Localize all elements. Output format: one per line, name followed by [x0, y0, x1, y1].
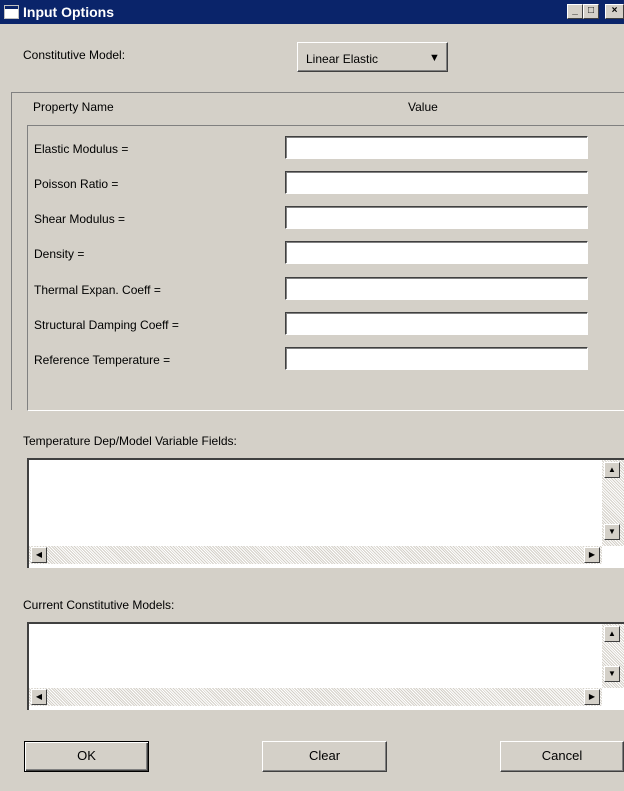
chevron-down-icon: ▼ — [429, 52, 440, 64]
temp-fields-listbox[interactable]: ▲ ▼ ◀ ▶ — [27, 458, 624, 568]
arrow-down-icon: ▼ — [608, 527, 616, 536]
cancel-button[interactable]: Cancel — [500, 741, 624, 772]
property-name-header: Property Name — [33, 100, 114, 114]
current-models-listbox[interactable]: ▲ ▼ ◀ ▶ — [27, 622, 624, 710]
scroll-left-button[interactable]: ◀ — [31, 547, 47, 563]
arrow-down-icon: ▼ — [608, 669, 616, 678]
cancel-button-label: Cancel — [541, 748, 583, 763]
dropdown-selected-value: Linear Elastic — [306, 52, 379, 66]
window-icon — [4, 5, 19, 19]
scroll-down-button[interactable]: ▼ — [604, 666, 620, 682]
vertical-scrollbar[interactable]: ▲ ▼ — [602, 460, 624, 546]
constitutive-model-dropdown[interactable]: Linear Elastic ▼ — [297, 42, 448, 72]
scroll-right-button[interactable]: ▶ — [584, 689, 600, 705]
arrow-right-icon: ▶ — [588, 692, 596, 701]
value-header: Value — [408, 100, 438, 114]
property-label-reference-temperature: Reference Temperature = — [34, 353, 171, 367]
elastic-modulus-field[interactable] — [285, 136, 588, 159]
property-label-poisson-ratio: Poisson Ratio = — [34, 177, 119, 191]
ok-button-label: OK — [77, 748, 96, 763]
minimize-icon: _ — [572, 5, 578, 16]
close-button[interactable]: × — [605, 4, 624, 19]
clear-button-label: Clear — [308, 748, 341, 763]
constitutive-model-label: Constitutive Model: — [23, 48, 126, 62]
scroll-up-button[interactable]: ▲ — [604, 462, 620, 478]
arrow-left-icon: ◀ — [35, 692, 43, 701]
arrow-up-icon: ▲ — [608, 629, 616, 638]
property-label-density: Density = — [34, 247, 85, 261]
property-label-thermal-expansion: Thermal Expan. Coeff = — [34, 283, 161, 297]
window-title: Input Options — [23, 4, 114, 20]
close-icon: × — [611, 5, 618, 16]
input-options-window: Input Options _ □ × Constitutive Model: … — [0, 0, 624, 791]
ok-button[interactable]: OK — [24, 741, 149, 772]
shear-modulus-field[interactable] — [285, 206, 588, 229]
maximize-button[interactable]: □ — [583, 4, 599, 19]
title-bar[interactable]: Input Options _ □ × — [0, 0, 624, 24]
temp-fields-label: Temperature Dep/Model Variable Fields: — [23, 434, 237, 448]
property-label-elastic-modulus: Elastic Modulus = — [34, 142, 129, 156]
poisson-ratio-field[interactable] — [285, 171, 588, 194]
scroll-up-button[interactable]: ▲ — [604, 626, 620, 642]
arrow-right-icon: ▶ — [588, 550, 596, 559]
thermal-expansion-field[interactable] — [285, 277, 588, 300]
clear-button[interactable]: Clear — [262, 741, 387, 772]
horizontal-scrollbar[interactable]: ◀ ▶ — [29, 546, 602, 564]
current-models-label: Current Constitutive Models: — [23, 598, 175, 612]
maximize-icon: □ — [587, 5, 595, 16]
scroll-left-button[interactable]: ◀ — [31, 689, 47, 705]
scroll-down-button[interactable]: ▼ — [604, 524, 620, 540]
arrow-up-icon: ▲ — [608, 465, 616, 474]
minimize-button[interactable]: _ — [567, 4, 583, 19]
scroll-right-button[interactable]: ▶ — [584, 547, 600, 563]
property-label-structural-damping: Structural Damping Coeff = — [34, 318, 179, 332]
vertical-scrollbar[interactable]: ▲ ▼ — [602, 624, 624, 688]
reference-temperature-field[interactable] — [285, 347, 588, 370]
arrow-left-icon: ◀ — [35, 550, 43, 559]
property-label-shear-modulus: Shear Modulus = — [34, 212, 126, 226]
horizontal-scrollbar[interactable]: ◀ ▶ — [29, 688, 602, 706]
structural-damping-field[interactable] — [285, 312, 588, 335]
density-field[interactable] — [285, 241, 588, 264]
